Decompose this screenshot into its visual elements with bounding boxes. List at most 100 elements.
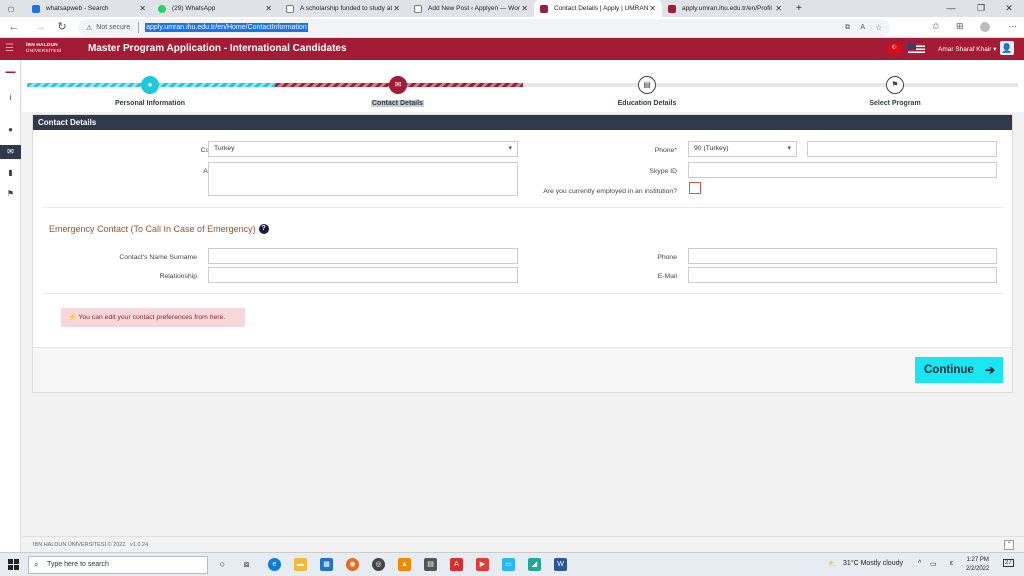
- flag-icon[interactable]: ⚑: [886, 76, 904, 94]
- profile-avatar[interactable]: [980, 22, 990, 32]
- help-question-icon[interactable]: ?: [258, 224, 269, 234]
- book-icon[interactable]: ▮: [0, 166, 21, 180]
- network-icon[interactable]: ▭: [930, 560, 937, 568]
- close-tab-icon[interactable]: ✕: [265, 4, 272, 13]
- windows-taskbar: ⌕ Type here to search ○ ⧈ e ▬ ▦ ◉ ◎ ▲ ▤ …: [0, 552, 1024, 576]
- step-education-details[interactable]: Education Details: [587, 100, 707, 107]
- country-select[interactable]: Turkey: [208, 141, 518, 157]
- weather-icon[interactable]: ⛅: [828, 560, 837, 568]
- contact-name-label: Contact's Name Surname: [119, 254, 197, 261]
- close-tab-icon[interactable]: ✕: [521, 4, 528, 13]
- edge-icon[interactable]: e: [268, 558, 281, 571]
- user-avatar[interactable]: 👤: [1000, 41, 1014, 55]
- cortana-icon[interactable]: ○: [216, 558, 229, 571]
- envelope-icon[interactable]: ✉: [0, 145, 21, 159]
- mini-logo-icon[interactable]: ▬▬: [0, 65, 21, 79]
- skype-label: Skype ID: [649, 168, 677, 175]
- language-icon[interactable]: ε: [950, 560, 953, 567]
- file-explorer-icon[interactable]: ▬: [294, 558, 307, 571]
- read-aloud-icon[interactable]: A: [860, 24, 865, 31]
- us-flag-icon[interactable]: [908, 44, 925, 54]
- contact-name-input[interactable]: [208, 248, 518, 264]
- page-footer: İBN HALDUN ÜNİVERSİTESİ © 2022 v1.0.24 ⌃: [22, 536, 1024, 552]
- chrome-icon[interactable]: ◎: [372, 558, 385, 571]
- word-icon[interactable]: W: [554, 558, 567, 571]
- step-personal-information[interactable]: Personal Information: [90, 100, 210, 107]
- turkish-flag-icon[interactable]: ☪: [888, 44, 901, 53]
- back-arrow-icon[interactable]: ←: [6, 20, 22, 35]
- close-tab-icon[interactable]: ✕: [775, 4, 782, 13]
- weather-status[interactable]: 31°C Mostly cloudy: [843, 560, 903, 567]
- collections-icon[interactable]: ⊞: [956, 21, 964, 32]
- scroll-top-icon[interactable]: ⌃: [1004, 540, 1014, 550]
- close-window-icon[interactable]: ✕: [994, 0, 1024, 17]
- forward-arrow-icon[interactable]: →: [32, 20, 48, 35]
- notification-icon[interactable]: 27: [1003, 559, 1014, 567]
- panel-heading: Contact Details: [33, 115, 1012, 130]
- user-icon[interactable]: ●: [0, 123, 21, 137]
- info-icon[interactable]: i: [0, 91, 21, 105]
- lightning-icon: ⚡: [68, 314, 77, 321]
- url-field[interactable]: ⚠ Not secure apply.umran.ihu.edu.tr/en/H…: [78, 19, 890, 36]
- tab-actions-icon[interactable]: ▢: [2, 0, 20, 17]
- hamburger-menu-icon[interactable]: ☰: [5, 43, 14, 54]
- close-tab-icon[interactable]: ✕: [139, 4, 146, 13]
- more-menu-icon[interactable]: ⋯: [1008, 21, 1017, 32]
- task-view-icon[interactable]: ⧈: [240, 558, 253, 571]
- close-tab-icon[interactable]: ✕: [649, 4, 656, 13]
- phone-number-input[interactable]: [807, 141, 997, 157]
- browser-tab-strip: ▢ whatsapweb - Search ✕ (29) WhatsApp ✕ …: [0, 0, 1024, 17]
- app-icon[interactable]: ▤: [424, 558, 437, 571]
- taskbar-search[interactable]: ⌕ Type here to search: [28, 556, 208, 574]
- continue-button[interactable]: Continue ➔: [915, 357, 1003, 383]
- app-icon[interactable]: ▭: [502, 558, 515, 571]
- browser-tab[interactable]: whatsapweb - Search ✕: [26, 0, 152, 17]
- page-title: Master Program Application - Internation…: [88, 43, 347, 54]
- media-icon[interactable]: ▶: [476, 558, 489, 571]
- address-textarea[interactable]: [208, 162, 518, 196]
- app-icon[interactable]: ◢: [528, 558, 541, 571]
- windows-start-icon[interactable]: [8, 559, 19, 570]
- emergency-email-input[interactable]: [688, 267, 997, 283]
- step-select-program[interactable]: Select Program: [835, 100, 955, 107]
- browser-tab-active[interactable]: Contact Details | Apply | UMRAN ✕: [534, 0, 662, 17]
- flag-icon[interactable]: ⚑: [0, 187, 21, 201]
- store-icon[interactable]: ▦: [320, 558, 333, 571]
- firefox-icon[interactable]: ◉: [346, 558, 359, 571]
- favorite-star-icon[interactable]: ☆: [876, 24, 882, 32]
- ihu-favicon-icon: [668, 4, 676, 13]
- app-install-icon[interactable]: ⧉: [845, 24, 850, 32]
- whatsapp-icon: [158, 4, 166, 13]
- user-menu[interactable]: Amar Sharaf Khair ▾: [938, 45, 997, 53]
- emergency-email-label: E-Mail: [657, 273, 677, 280]
- new-tab-button[interactable]: +: [790, 0, 808, 17]
- browser-tab[interactable]: Add New Post ‹ Applyen — Wor ✕: [408, 0, 534, 17]
- favorites-icon[interactable]: ✩: [932, 21, 940, 32]
- emergency-phone-input[interactable]: [688, 248, 997, 264]
- acrobat-icon[interactable]: A: [450, 558, 463, 571]
- warning-icon: ⚠: [86, 24, 93, 32]
- application-stepper: ● ✉ ▤ ⚑ Personal Information Contact Det…: [22, 60, 1024, 112]
- browser-tab[interactable]: apply.umran.ihu.edu.tr/en/Profil ✕: [662, 0, 788, 17]
- employed-checkbox[interactable]: [689, 182, 701, 194]
- browser-tab[interactable]: (29) WhatsApp ✕: [152, 0, 278, 17]
- vlc-icon[interactable]: ▲: [398, 558, 411, 571]
- employed-question: Are you currently employed in an institu…: [543, 188, 677, 195]
- phone-country-code-select[interactable]: 90 (Turkey): [688, 141, 797, 157]
- minimize-icon[interactable]: —: [936, 0, 966, 17]
- panel-footer: [33, 347, 1012, 392]
- arrow-right-icon: ➔: [984, 363, 995, 377]
- user-icon[interactable]: ●: [141, 76, 159, 94]
- tray-chevron-icon[interactable]: ^: [918, 560, 921, 567]
- skype-input[interactable]: [688, 162, 997, 178]
- restore-icon[interactable]: ❐: [966, 0, 996, 17]
- university-logo[interactable]: İBN HALDUN ÜNİVERSİTESİ: [26, 43, 62, 54]
- browser-tab[interactable]: A scholarship funded to study at ✕: [280, 0, 406, 17]
- relationship-input[interactable]: [208, 267, 518, 283]
- reload-icon[interactable]: ↻: [54, 20, 70, 35]
- envelope-icon[interactable]: ✉: [389, 76, 407, 94]
- close-tab-icon[interactable]: ✕: [393, 4, 400, 13]
- step-contact-details[interactable]: Contact Details: [371, 100, 424, 107]
- system-clock[interactable]: 1:27 PM 2/2/2022: [966, 556, 989, 574]
- book-icon[interactable]: ▤: [638, 76, 656, 94]
